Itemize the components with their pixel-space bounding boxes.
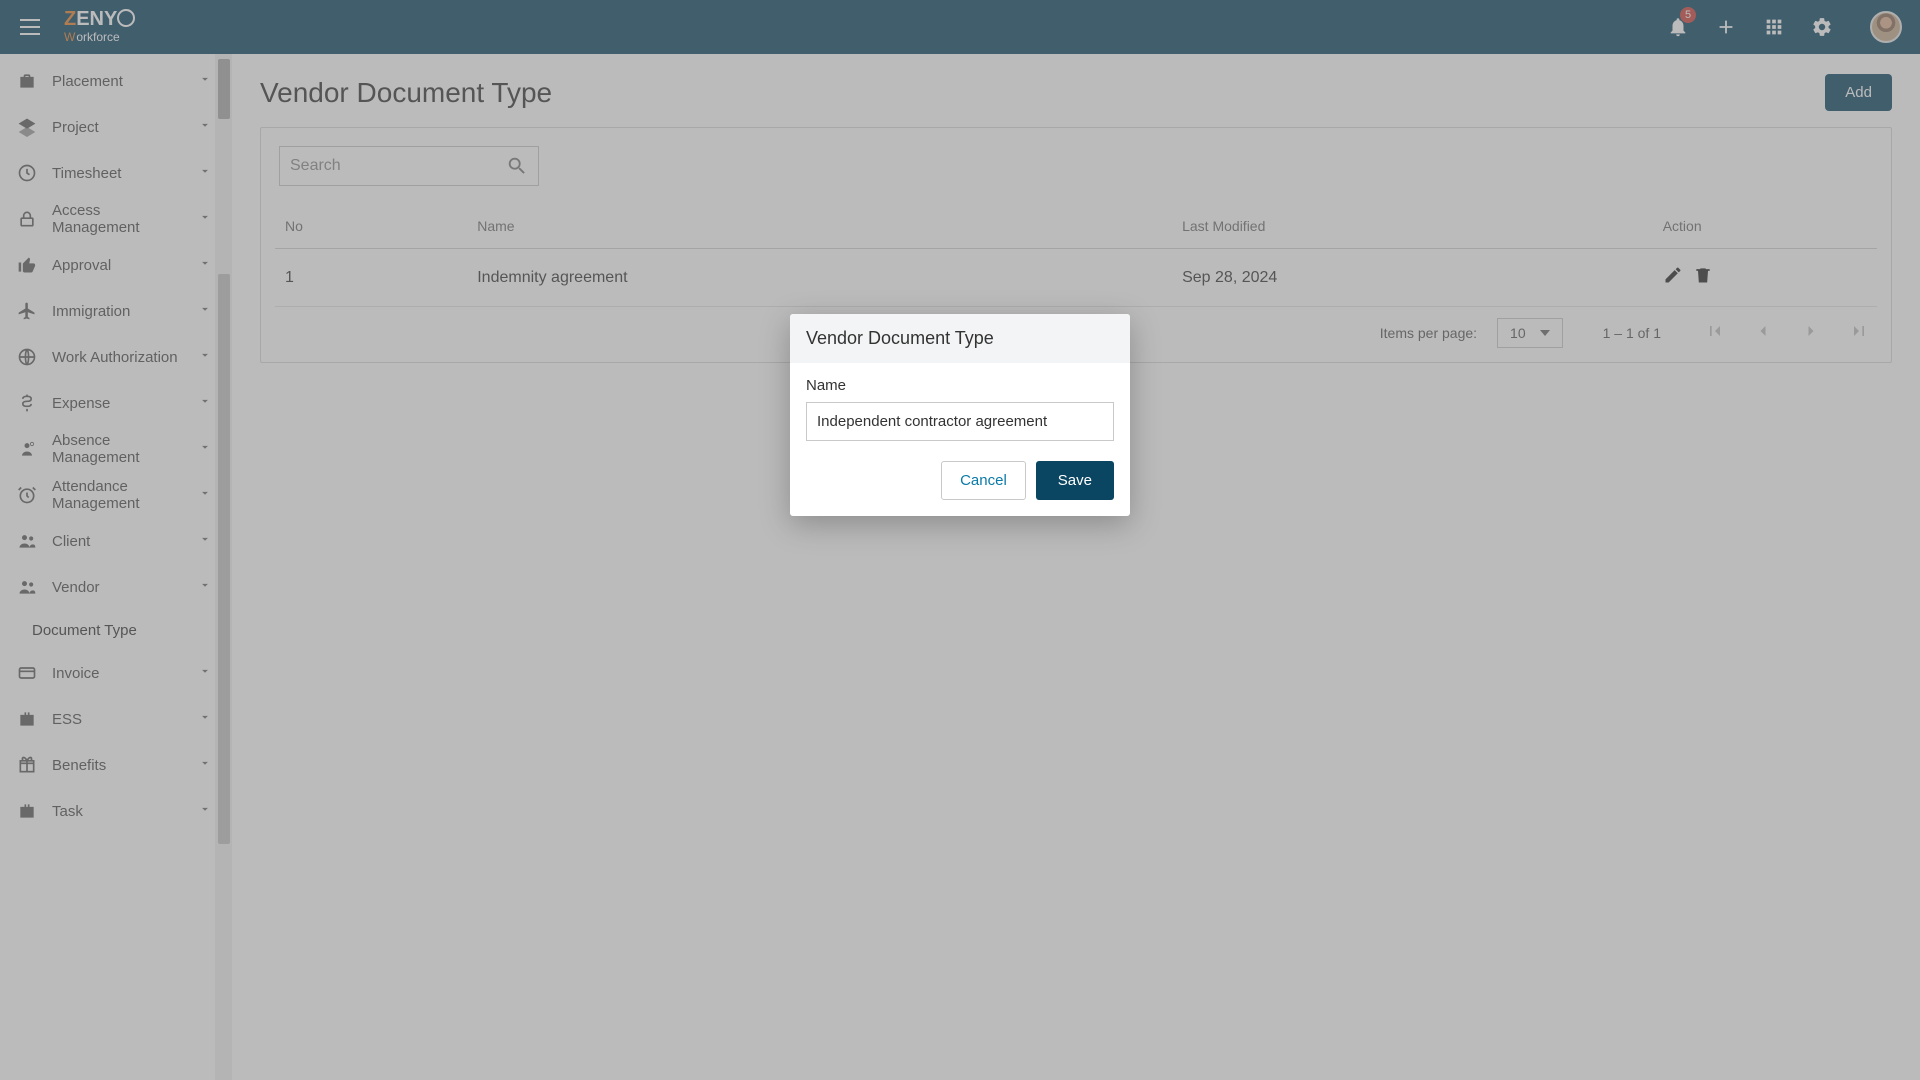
name-input[interactable] <box>806 402 1114 441</box>
modal-overlay[interactable] <box>0 0 1920 1080</box>
save-button[interactable]: Save <box>1036 461 1114 500</box>
modal-title: Vendor Document Type <box>790 314 1130 363</box>
name-label: Name <box>806 377 1114 394</box>
vendor-doc-type-modal: Vendor Document Type Name Cancel Save <box>790 314 1130 516</box>
cancel-button[interactable]: Cancel <box>941 461 1026 500</box>
